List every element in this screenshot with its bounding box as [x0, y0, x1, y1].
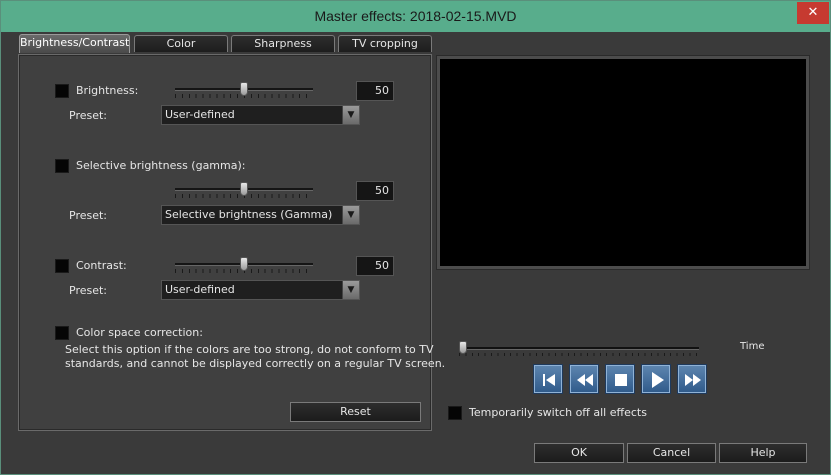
rewind-icon	[577, 374, 593, 386]
brightness-label: Brightness:	[76, 84, 139, 97]
tab-color[interactable]: Color	[134, 35, 228, 52]
slider-thumb[interactable]	[240, 82, 248, 96]
skip-to-start-icon	[543, 374, 555, 386]
contrast-checkbox[interactable]	[55, 259, 69, 273]
slider-thumb[interactable]	[240, 182, 248, 196]
tab-label: Color	[166, 37, 196, 50]
reset-button[interactable]: Reset	[290, 402, 421, 422]
brightness-preset-label: Preset:	[69, 109, 108, 122]
tab-sharpness[interactable]: Sharpness	[231, 35, 335, 52]
chevron-down-icon[interactable]: ▼	[342, 106, 359, 124]
time-label: Time	[740, 341, 765, 352]
cancel-button[interactable]: Cancel	[627, 443, 716, 463]
slider-thumb[interactable]	[240, 257, 248, 271]
gamma-preset-dropdown[interactable]: Selective brightness (Gamma) ▼	[161, 205, 360, 225]
contrast-slider[interactable]	[175, 257, 313, 275]
tab-label: Sharpness	[254, 37, 312, 50]
gamma-preset-label: Preset:	[69, 209, 108, 222]
tab-label: Brightness/Contrast	[20, 36, 130, 49]
gamma-label: Selective brightness (gamma):	[76, 159, 246, 172]
contrast-value-field[interactable]: 50	[356, 256, 394, 276]
color-space-description-line1: Select this option if the colors are too…	[65, 343, 434, 356]
stop-icon	[615, 374, 627, 386]
switch-off-effects-checkbox[interactable]	[448, 406, 462, 420]
skip-to-start-button[interactable]	[533, 364, 563, 394]
gamma-slider[interactable]	[175, 182, 313, 200]
rewind-button[interactable]	[569, 364, 599, 394]
switch-off-effects-label: Temporarily switch off all effects	[469, 406, 647, 419]
fast-forward-icon	[685, 374, 701, 386]
master-effects-dialog: Master effects: 2018-02-15.MVD ✕ Brightn…	[0, 0, 831, 475]
color-space-label: Color space correction:	[76, 326, 203, 339]
contrast-label: Contrast:	[76, 259, 127, 272]
dropdown-value: User-defined	[165, 283, 235, 296]
slider-thumb[interactable]	[459, 341, 467, 354]
contrast-preset-dropdown[interactable]: User-defined ▼	[161, 280, 360, 300]
brightness-preset-dropdown[interactable]: User-defined ▼	[161, 105, 360, 125]
tab-tv-cropping[interactable]: TV cropping	[338, 35, 432, 52]
chevron-down-icon[interactable]: ▼	[342, 206, 359, 224]
video-preview	[437, 56, 809, 269]
color-space-description-line2: standards, and cannot be displayed corre…	[65, 357, 446, 370]
fast-forward-button[interactable]	[677, 364, 707, 394]
help-button[interactable]: Help	[719, 443, 807, 463]
time-slider[interactable]	[459, 341, 699, 358]
ok-button[interactable]: OK	[534, 443, 624, 463]
play-icon	[652, 372, 664, 388]
gamma-checkbox[interactable]	[55, 159, 69, 173]
brightness-checkbox[interactable]	[55, 84, 69, 98]
close-icon: ✕	[807, 5, 819, 20]
tab-label: TV cropping	[352, 37, 418, 50]
contrast-preset-label: Preset:	[69, 284, 108, 297]
play-button[interactable]	[641, 364, 671, 394]
dropdown-value: Selective brightness (Gamma)	[165, 208, 333, 221]
brightness-slider[interactable]	[175, 82, 313, 100]
brightness-value-field[interactable]: 50	[356, 81, 394, 101]
dropdown-value: User-defined	[165, 108, 235, 121]
tab-brightness-contrast[interactable]: Brightness/Contrast	[19, 34, 130, 53]
stop-button[interactable]	[605, 364, 635, 394]
color-space-checkbox[interactable]	[55, 326, 69, 340]
chevron-down-icon[interactable]: ▼	[342, 281, 359, 299]
title-bar: Master effects: 2018-02-15.MVD ✕	[1, 1, 830, 32]
gamma-value-field[interactable]: 50	[356, 181, 394, 201]
close-button[interactable]: ✕	[797, 2, 829, 24]
window-title: Master effects: 2018-02-15.MVD	[314, 8, 517, 24]
